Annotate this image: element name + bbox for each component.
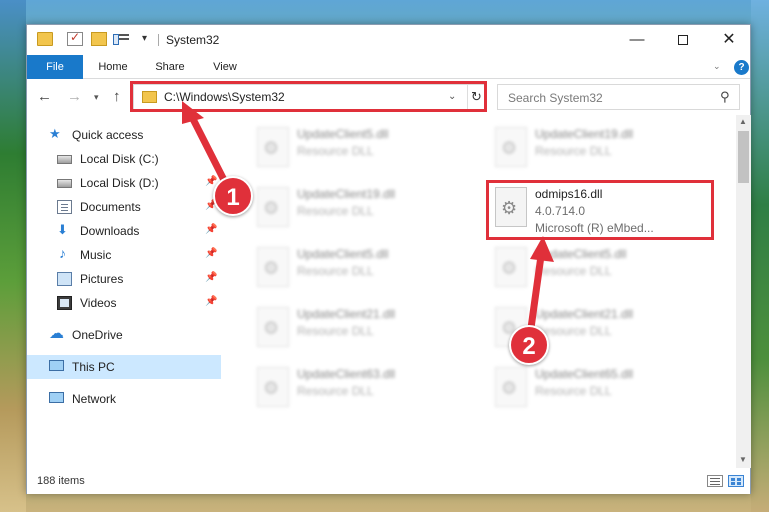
callout-arrow-1 [182,101,554,332]
step-1-badge: 1 [213,176,253,216]
step-2-badge: 2 [509,325,549,365]
arrow-to-address-bar [182,101,230,188]
arrow-to-file [527,236,554,332]
